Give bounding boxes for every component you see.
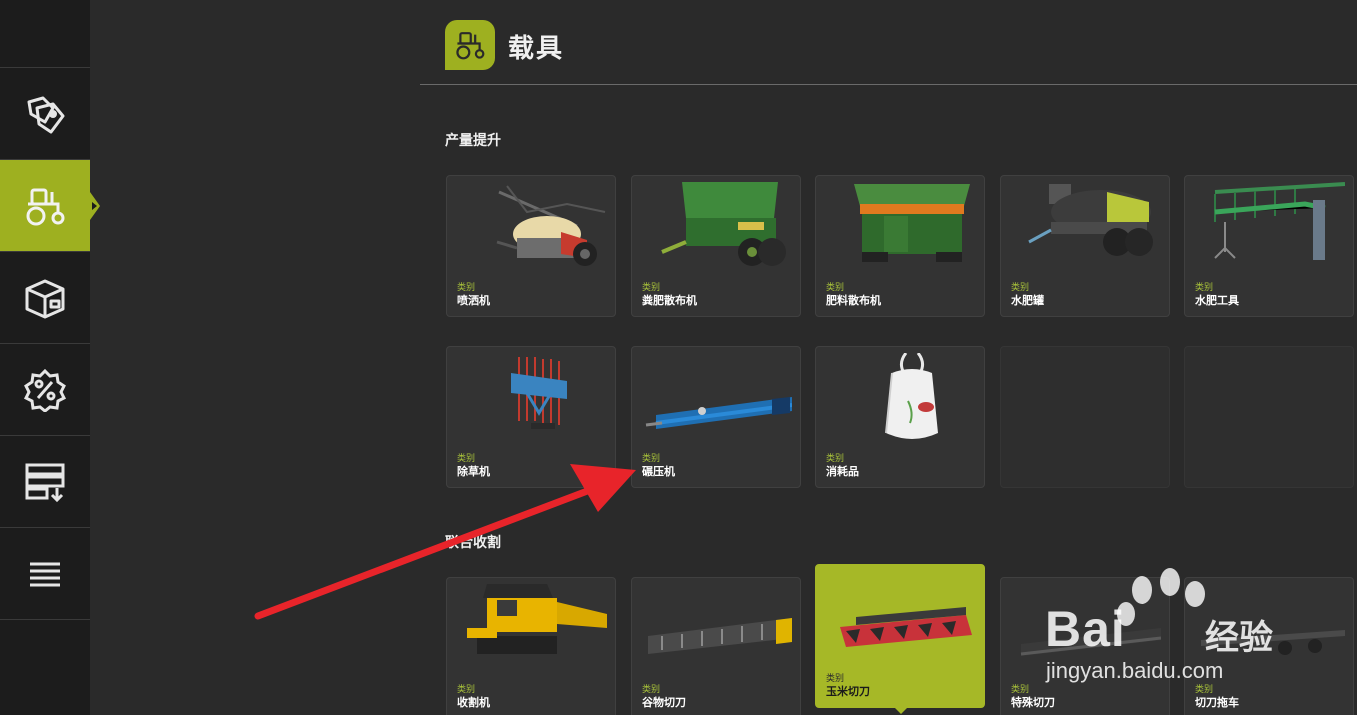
section-title-harvest: 联合收割 <box>445 535 501 551</box>
category-card-harvester[interactable]: 类别 收割机 <box>446 577 616 715</box>
card-name: 碾压机 <box>642 465 675 478</box>
card-name: 收割机 <box>457 696 490 709</box>
grain-header-icon <box>648 618 792 654</box>
sidebar-item-menu[interactable] <box>0 528 90 620</box>
sidebar-item-sales[interactable] <box>0 68 90 160</box>
corn-header-icon <box>840 607 972 647</box>
bigbag-icon <box>885 353 938 439</box>
percent-badge-icon <box>23 368 67 412</box>
card-name: 肥料散布机 <box>826 294 881 307</box>
weeder-icon <box>511 357 567 429</box>
sprayer-icon <box>496 185 606 266</box>
roller-icon <box>645 397 792 429</box>
hamburger-icon <box>30 562 60 586</box>
sidebar-top-spacer <box>0 0 90 68</box>
slurry-tank-icon <box>1028 184 1153 256</box>
category-card-grain-header[interactable]: 类别 谷物切刀 <box>631 577 801 715</box>
category-card-slurry-tool[interactable]: 类别 水肥工具 <box>1184 175 1354 317</box>
list-download-icon <box>25 463 65 502</box>
card-name: 粪肥散布机 <box>642 294 697 307</box>
category-card-manure-spreader[interactable]: 类别 粪肥散布机 <box>631 175 801 317</box>
card-name: 切刀拖车 <box>1195 696 1239 709</box>
box-icon <box>25 279 65 318</box>
watermark-brand: Bai <box>1045 601 1126 657</box>
card-name: 喷洒机 <box>457 294 490 307</box>
sidebar <box>0 0 90 715</box>
card-name: 水肥罐 <box>1011 294 1044 307</box>
sidebar-item-vehicles[interactable] <box>0 160 90 252</box>
active-indicator-dot <box>92 202 97 210</box>
category-card-roller[interactable]: 类别 碾压机 <box>631 346 801 488</box>
category-card-sprayer[interactable]: 类别 喷洒机 <box>446 175 616 317</box>
combine-harvester-icon <box>467 584 607 654</box>
category-card-weeder[interactable]: 类别 除草机 <box>446 346 616 488</box>
header-tractor-badge <box>445 20 495 70</box>
category-card-corn-header[interactable]: 类别 玉米切刀 <box>815 564 985 708</box>
slurry-tool-icon <box>1214 182 1345 260</box>
sidebar-item-discounts[interactable] <box>0 344 90 436</box>
section-title-yield: 产量提升 <box>445 133 501 149</box>
empty-card-slot <box>1184 346 1354 488</box>
category-card-consumables[interactable]: 类别 消耗品 <box>815 346 985 488</box>
selected-pointer <box>893 706 909 714</box>
manure-spreader-icon <box>661 182 786 266</box>
category-card-fertilizer-spreader[interactable]: 类别 肥料散布机 <box>815 175 985 317</box>
sidebar-item-objects[interactable] <box>0 252 90 344</box>
sidebar-item-storage[interactable] <box>0 436 90 528</box>
category-card-slurry-tank[interactable]: 类别 水肥罐 <box>1000 175 1170 317</box>
watermark-brand-cn: 经验 <box>1205 618 1273 658</box>
card-name: 水肥工具 <box>1195 294 1239 307</box>
card-name: 消耗品 <box>826 465 859 478</box>
card-name: 谷物切刀 <box>642 696 686 709</box>
header-divider <box>420 84 1357 85</box>
watermark-url: jingyan.baidu.com <box>1046 658 1224 683</box>
tractor-icon <box>26 188 65 225</box>
price-tags-icon <box>27 96 65 133</box>
card-name: 玉米切刀 <box>826 685 870 698</box>
tractor-icon <box>456 32 485 60</box>
card-name: 除草机 <box>457 465 490 478</box>
card-name: 特殊切刀 <box>1011 696 1055 709</box>
empty-card-slot <box>1000 346 1170 488</box>
fertilizer-spreader-icon <box>854 184 970 262</box>
page-title: 载具 <box>508 34 565 64</box>
